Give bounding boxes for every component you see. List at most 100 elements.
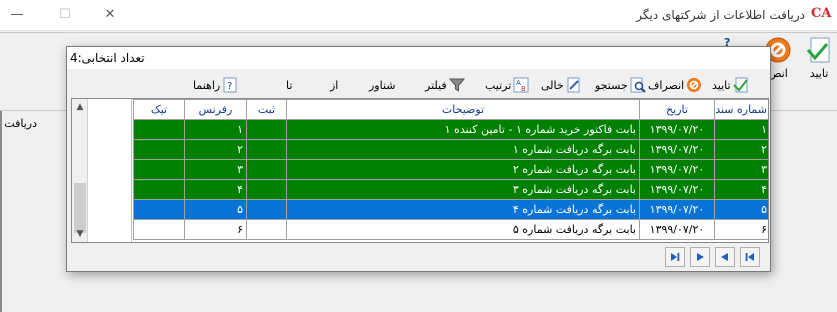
next-record-button[interactable] [690,247,710,267]
vertical-scrollbar[interactable]: ▲ ▼ [72,99,88,242]
dialog-title: تعداد انتخابی:4 [70,51,145,65]
cell-code[interactable]: ۱ [714,119,768,140]
cell-tick[interactable] [133,179,185,200]
approve-button[interactable]: تایید [712,75,749,95]
cell-registered[interactable] [246,219,287,240]
cell-registered[interactable] [246,199,287,220]
main-titlebar: — ☐ ✕ دریافت اطلاعات از شرکتهای دیگر CA [0,0,837,31]
table-row[interactable]: ۶ ۱۳۹۹/۰۷/۲۰ بابت برگه دریافت شماره ۵۶ [133,219,768,240]
cell-date[interactable]: ۱۳۹۹/۰۷/۲۰ [639,179,715,200]
record-navigator [663,247,763,269]
cell-code[interactable]: ۴ [714,179,768,200]
content-edge [0,111,2,312]
cell-code[interactable]: ۵ [714,199,768,220]
column-header-reference[interactable]: رفرنس [184,99,247,120]
approve-label: تایید [712,78,731,92]
filter-label: فیلتر [425,78,447,92]
cell-description[interactable]: بابت برگه دریافت شماره ۳ [286,179,640,200]
svg-text:B: B [521,85,526,93]
cell-reference[interactable]: ۲ [184,139,247,160]
close-button[interactable]: ✕ [97,4,123,26]
search-icon [630,77,646,93]
cell-registered[interactable] [246,139,287,160]
float-button[interactable]: شناور [369,75,396,95]
column-header-registered[interactable]: ثبت [246,99,287,120]
to-label: تا [286,78,293,92]
table-row[interactable]: ۲ ۱۳۹۹/۰۷/۲۰ بابت برگه دریافت شماره ۱۲ [133,139,768,160]
filter-button[interactable]: فیلتر [425,75,465,95]
cell-date[interactable]: ۱۳۹۹/۰۷/۲۰ [639,219,715,240]
svg-text:?: ? [227,81,232,92]
previous-record-button[interactable] [715,247,735,267]
scroll-up-icon[interactable]: ▲ [72,99,88,115]
grid-blank-area [89,99,132,242]
search-button[interactable]: جستجو [595,75,646,95]
dialog-titlebar: تعداد انتخابی:4 [67,47,770,69]
cell-date[interactable]: ۱۳۹۹/۰۷/۲۰ [639,159,715,180]
to-field[interactable]: تا [286,75,292,95]
table-row[interactable]: ۴ ۱۳۹۹/۰۷/۲۰ بابت برگه دریافت شماره ۳۴ [133,179,768,200]
cell-code[interactable]: ۲ [714,139,768,160]
filter-icon [448,78,465,92]
scroll-down-icon[interactable]: ▼ [72,226,88,242]
cell-reference[interactable]: ۱ [184,119,247,140]
last-record-button[interactable] [665,247,685,267]
cell-description[interactable]: بابت برگه دریافت شماره ۱ [286,139,640,160]
cell-reference[interactable]: ۴ [184,179,247,200]
dialog-toolbar: تایید انصراف جستجو خالی ترتیب AB فیلتر ش… [67,73,770,97]
cell-registered[interactable] [246,119,287,140]
column-header-code[interactable]: شماره سند [714,99,768,120]
document-check-icon [806,37,830,63]
cell-date[interactable]: ۱۳۹۹/۰۷/۲۰ [639,119,715,140]
table-header-row: شماره سند تاریخ توضیحات ثبت رفرنس تیک [133,99,768,120]
cell-description[interactable]: بابت فاکتور خرید شماره ۱ - تامین کننده ۱ [286,119,640,140]
cell-reference[interactable]: ۶ [184,219,247,240]
clear-icon [567,77,580,93]
cancel-button[interactable]: انصراف [648,75,702,95]
cell-tick[interactable] [133,159,185,180]
main-content-label: دریافت اسناد [0,117,37,130]
cell-registered[interactable] [246,179,287,200]
next-icon [697,253,704,261]
cell-description[interactable]: بابت برگه دریافت شماره ۴ [286,199,640,220]
cell-code[interactable]: ۶ [714,219,768,240]
cell-code[interactable]: ۳ [714,159,768,180]
selection-dialog: تعداد انتخابی:4 تایید انصراف جستجو خالی … [66,46,771,272]
cell-reference[interactable]: ۳ [184,159,247,180]
help-label: راهنما [193,78,221,92]
cell-registered[interactable] [246,159,287,180]
cell-tick[interactable] [133,119,185,140]
table-row[interactable]: ۱ ۱۳۹۹/۰۷/۲۰ بابت فاکتور خرید شماره ۱ - تا… [133,119,768,140]
cell-tick[interactable] [133,139,185,160]
sort-button[interactable]: ترتیب AB [485,75,529,95]
cell-tick[interactable] [133,199,185,220]
table-row[interactable]: ۳ ۱۳۹۹/۰۷/۲۰ بابت برگه دریافت شماره ۲۳ [133,159,768,180]
table-row[interactable]: ۵ ۱۳۹۹/۰۷/۲۰ بابت برگه دریافت شماره ۴۵ [133,199,768,220]
search-label: جستجو [595,78,628,92]
from-field[interactable]: از [330,75,338,95]
cancel-icon [687,78,702,92]
cell-date[interactable]: ۱۳۹۹/۰۷/۲۰ [639,139,715,160]
main-approve-button[interactable]: تایید [801,36,837,80]
help-button[interactable]: راهنما ? [193,75,238,95]
cell-reference[interactable]: ۵ [184,199,247,220]
column-header-description[interactable]: توضیحات [286,99,640,120]
data-grid: ▲ ▼ شماره سند تاریخ توضیحات ثبت رفرنس تی… [71,98,769,243]
prev-icon [721,253,728,261]
first-record-button[interactable] [740,247,760,267]
empty-button[interactable]: خالی [541,75,582,95]
cell-description[interactable]: بابت برگه دریافت شماره ۲ [286,159,640,180]
from-label: از [330,78,339,92]
sort-label: ترتیب [485,78,512,92]
cell-date[interactable]: ۱۳۹۹/۰۷/۲۰ [639,199,715,220]
app-logo-icon: CA [811,6,832,21]
cell-description[interactable]: بابت برگه دریافت شماره ۵ [286,219,640,240]
column-header-tick[interactable]: تیک [133,99,185,120]
help-icon: ? [223,77,237,93]
cell-tick[interactable] [133,219,185,240]
minimize-button[interactable]: — [4,4,30,26]
column-header-date[interactable]: تاریخ [639,99,715,120]
last-icon [671,253,680,261]
maximize-button[interactable]: ☐ [52,4,78,26]
cancel-label: انصراف [648,78,685,92]
